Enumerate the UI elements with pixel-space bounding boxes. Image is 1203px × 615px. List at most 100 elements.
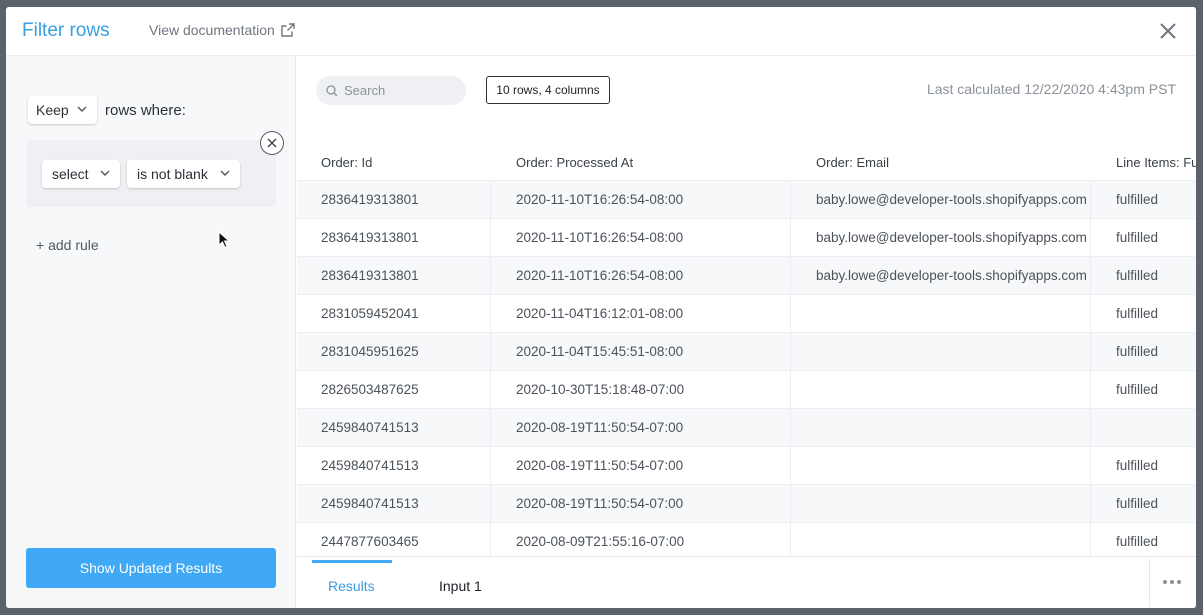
table-cell: 2459840741513 — [321, 496, 419, 511]
column-divider — [1090, 219, 1091, 257]
column-divider — [790, 447, 791, 485]
table-cell: fulfilled — [1116, 192, 1159, 207]
table-cell: 2020-11-10T16:26:54-08:00 — [516, 192, 684, 207]
rule-column-dropdown[interactable]: select — [42, 160, 120, 188]
table-cell: baby.lowe@developer-tools.shopifyapps.co… — [816, 230, 1087, 245]
table-row[interactable]: 2459840741513 2020-08-19T11:50:54-07:00 — [297, 408, 1196, 447]
keep-dropdown[interactable]: Keep — [28, 96, 97, 124]
table-cell: 2020-08-19T11:50:54-07:00 — [516, 458, 684, 473]
close-button[interactable] — [1158, 21, 1178, 41]
table-cell: 2826503487625 — [321, 382, 419, 397]
table-cell: fulfilled — [1116, 496, 1159, 511]
column-divider — [490, 333, 491, 371]
close-icon — [1160, 23, 1176, 39]
rule-condition-value: is not blank — [137, 166, 208, 182]
column-divider — [790, 371, 791, 409]
more-button[interactable] — [1163, 580, 1181, 584]
table-cell: fulfilled — [1116, 306, 1159, 321]
more-icon — [1170, 580, 1174, 584]
row-count-badge[interactable]: 10 rows, 4 columns — [486, 76, 610, 104]
column-header[interactable]: Order: Email — [816, 155, 889, 170]
more-icon — [1163, 580, 1167, 584]
table-cell: 2020-10-30T15:18:48-07:00 — [516, 382, 685, 397]
results-tab-bar: Results Input 1 — [297, 556, 1196, 608]
column-divider — [790, 523, 791, 556]
filter-panel: Keep rows where: select is not blank + a… — [6, 56, 296, 608]
table-row[interactable]: 2836419313801 2020-11-10T16:26:54-08:00 ba… — [297, 218, 1196, 257]
show-updated-results-button[interactable]: Show Updated Results — [26, 548, 276, 588]
column-divider — [490, 447, 491, 485]
table-row[interactable]: 2447877603465 2020-08-09T21:55:16-07:00 fu… — [297, 522, 1196, 556]
chevron-down-icon — [77, 106, 87, 112]
tab-results[interactable]: Results — [328, 578, 375, 594]
column-divider — [790, 181, 791, 219]
table-row[interactable]: 2459840741513 2020-08-19T11:50:54-07:00 fu… — [297, 484, 1196, 523]
table-row[interactable]: 2459840741513 2020-08-19T11:50:54-07:00 fu… — [297, 446, 1196, 485]
column-divider — [1090, 295, 1091, 333]
modal-header: Filter rows View documentation — [6, 7, 1196, 56]
table-row[interactable]: 2836419313801 2020-11-10T16:26:54-08:00 ba… — [297, 180, 1196, 219]
search-box[interactable] — [316, 76, 466, 105]
column-divider — [1090, 371, 1091, 409]
table-cell: 2836419313801 — [321, 268, 419, 283]
table-cell: 2020-11-04T15:45:51-08:00 — [516, 344, 684, 359]
table-cell: 2020-11-10T16:26:54-08:00 — [516, 230, 684, 245]
table-cell: 2020-08-19T11:50:54-07:00 — [516, 496, 684, 511]
column-divider — [1090, 257, 1091, 295]
table-cell: 2459840741513 — [321, 458, 419, 473]
table-cell: 2020-11-04T16:12:01-08:00 — [516, 306, 684, 321]
column-divider — [790, 295, 791, 333]
remove-rule-button[interactable] — [260, 131, 284, 155]
remove-rule-icon — [267, 138, 277, 148]
table-cell: 2836419313801 — [321, 192, 419, 207]
view-documentation-label: View documentation — [149, 22, 275, 38]
rule-column-value: select — [52, 166, 89, 182]
table-cell: 2831059452041 — [321, 306, 419, 321]
column-header[interactable]: Line Items: Fu — [1116, 155, 1196, 170]
table-cell: 2020-08-09T21:55:16-07:00 — [516, 534, 685, 549]
column-divider — [1090, 523, 1091, 556]
keep-dropdown-value: Keep — [36, 102, 69, 118]
add-rule-link[interactable]: + add rule — [36, 237, 99, 253]
column-divider — [790, 257, 791, 295]
results-table: Order: Id Order: Processed At Order: Ema… — [297, 144, 1196, 556]
table-header: Order: Id Order: Processed At Order: Ema… — [297, 144, 1196, 180]
divider — [1149, 559, 1150, 607]
cursor-icon — [218, 231, 230, 249]
table-cell: 2020-11-10T16:26:54-08:00 — [516, 268, 684, 283]
column-divider — [490, 257, 491, 295]
table-cell: fulfilled — [1116, 382, 1159, 397]
column-divider — [490, 371, 491, 409]
column-divider — [490, 219, 491, 257]
table-cell: fulfilled — [1116, 458, 1159, 473]
column-header[interactable]: Order: Processed At — [516, 155, 633, 170]
last-calculated-text: Last calculated 12/22/2020 4:43pm PST — [926, 81, 1176, 97]
table-cell: 2459840741513 — [321, 420, 419, 435]
rule-condition-dropdown[interactable]: is not blank — [127, 160, 240, 188]
table-row[interactable]: 2831045951625 2020-11-04T15:45:51-08:00 fu… — [297, 332, 1196, 371]
column-divider — [490, 485, 491, 523]
tab-input-1[interactable]: Input 1 — [439, 578, 482, 594]
table-row[interactable]: 2836419313801 2020-11-10T16:26:54-08:00 ba… — [297, 256, 1196, 295]
table-cell: 2447877603465 — [321, 534, 419, 549]
column-header[interactable]: Order: Id — [321, 155, 372, 170]
view-documentation-link[interactable]: View documentation — [149, 22, 295, 38]
chevron-down-icon — [220, 170, 230, 176]
more-icon — [1177, 580, 1181, 584]
column-divider — [490, 409, 491, 447]
search-icon — [326, 84, 338, 96]
rows-where-label: rows where: — [105, 102, 186, 119]
column-divider — [1090, 333, 1091, 371]
table-row[interactable]: 2831059452041 2020-11-04T16:12:01-08:00 fu… — [297, 294, 1196, 333]
column-divider — [790, 485, 791, 523]
column-divider — [1090, 485, 1091, 523]
column-divider — [490, 295, 491, 333]
table-cell: baby.lowe@developer-tools.shopifyapps.co… — [816, 192, 1087, 207]
modal-title: Filter rows — [22, 20, 110, 41]
active-tab-indicator — [312, 560, 392, 563]
table-row[interactable]: 2826503487625 2020-10-30T15:18:48-07:00 fu… — [297, 370, 1196, 409]
table-cell: 2020-08-19T11:50:54-07:00 — [516, 420, 684, 435]
column-divider — [490, 181, 491, 219]
search-input[interactable] — [344, 83, 454, 98]
table-cell: fulfilled — [1116, 344, 1159, 359]
